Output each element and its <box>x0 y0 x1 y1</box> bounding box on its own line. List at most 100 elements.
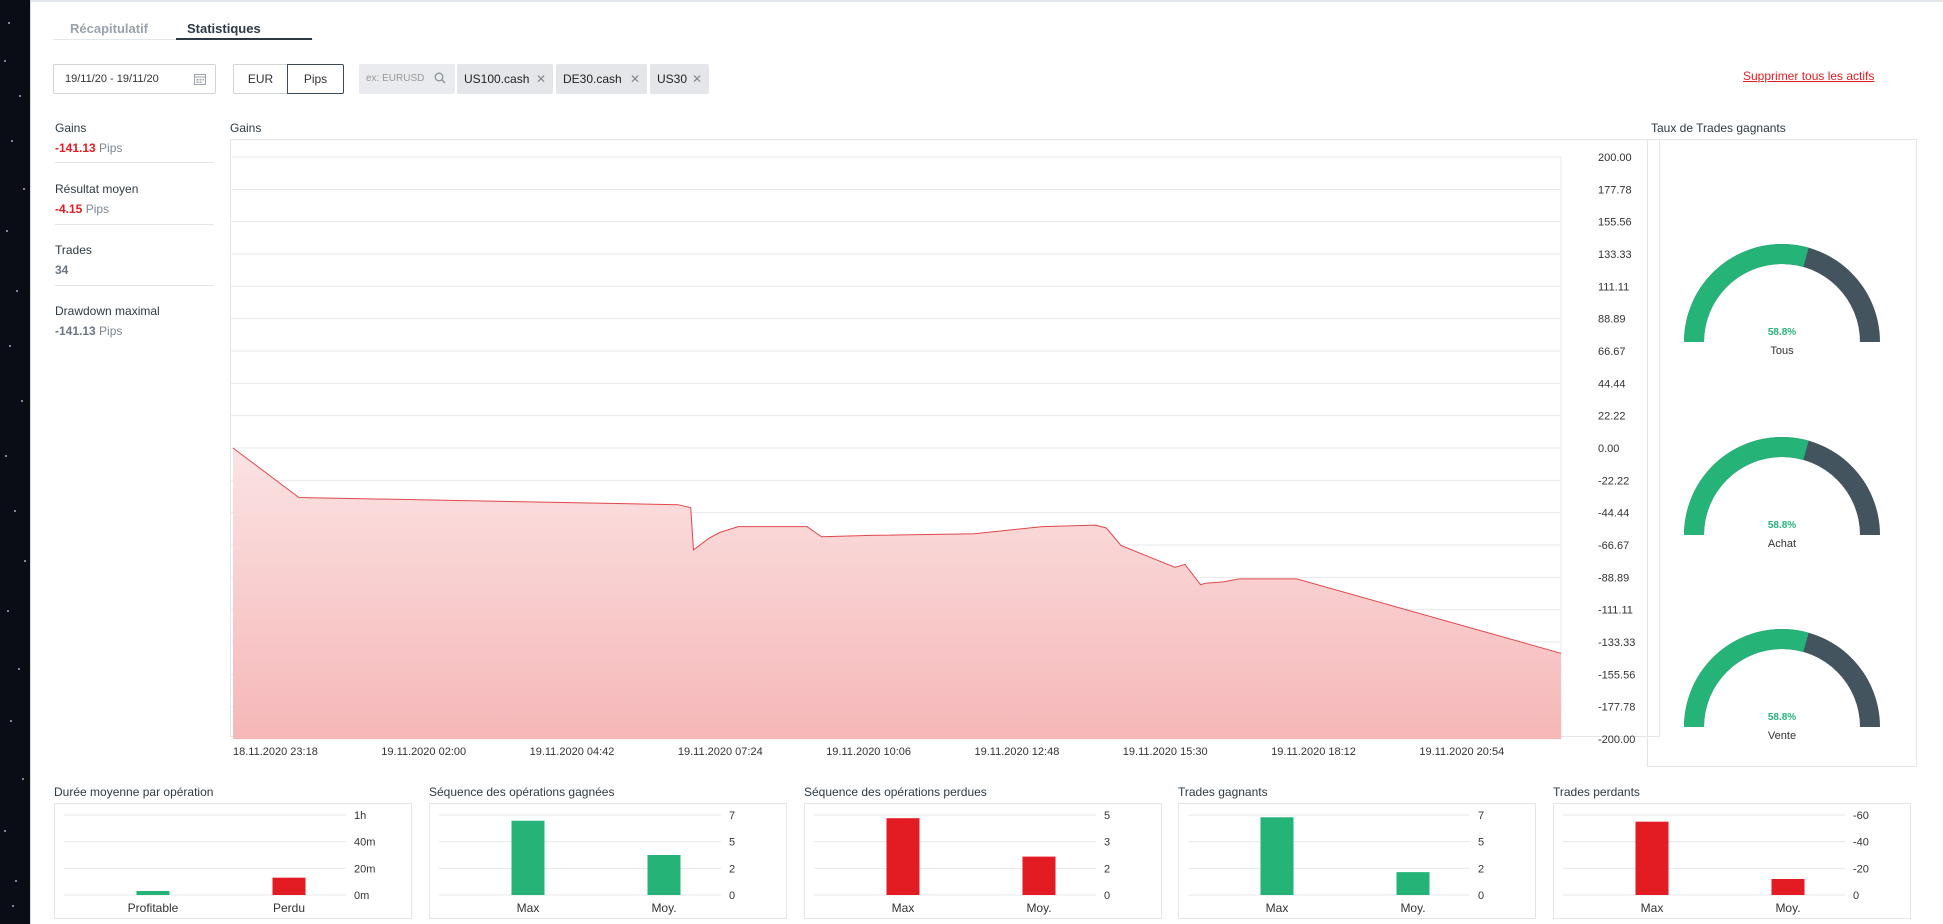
y-tick-label: 200.00 <box>1598 152 1632 164</box>
y-tick-label: -60 <box>1853 810 1869 822</box>
asset-chip-label: US100.cash <box>464 72 530 86</box>
asset-chip-us30[interactable]: US30 ✕ <box>650 64 709 94</box>
y-tick-label: -66.67 <box>1598 540 1629 552</box>
bar <box>886 818 920 895</box>
y-tick-label: 5 <box>1104 810 1110 822</box>
x-tick-label: Moy. <box>1026 901 1051 915</box>
bar <box>647 855 681 895</box>
bar <box>136 891 170 895</box>
x-tick-label: Max <box>517 901 540 915</box>
stat-value: -141.13 <box>55 324 96 338</box>
statistics-panel: Récapitulatif Statistiques 19/11/20 - 19… <box>30 0 1943 924</box>
x-tick-label: Moy. <box>1775 901 1800 915</box>
bar <box>1260 817 1294 895</box>
close-icon[interactable]: ✕ <box>536 64 546 94</box>
stat-divider <box>55 224 214 225</box>
gauge-achat: 58.8% Achat <box>1684 436 1880 550</box>
asset-chip-de30[interactable]: DE30.cash ✕ <box>556 64 647 94</box>
stat-drawdown-maximal: Drawdown maximal -141.13 Pips <box>55 304 214 338</box>
x-tick-label: Perdu <box>273 901 305 915</box>
y-tick-label: 3 <box>1104 837 1110 849</box>
y-tick-label: 5 <box>729 837 735 849</box>
y-tick-label: 0 <box>1104 890 1110 902</box>
y-tick-label: -133.33 <box>1598 637 1635 649</box>
stat-label: Drawdown maximal <box>55 304 160 318</box>
y-tick-label: -20 <box>1853 863 1869 875</box>
date-range-value: 19/11/20 - 19/11/20 <box>65 73 159 85</box>
x-tick-label: 19.11.2020 20:54 <box>1419 746 1504 758</box>
y-tick-label: 0 <box>729 890 735 902</box>
bar <box>1396 872 1430 895</box>
x-tick-label: Moy. <box>1400 901 1425 915</box>
search-icon <box>434 72 446 84</box>
asset-search-input[interactable]: ex: EURUSD <box>359 64 455 94</box>
win-sequence-chart: 7 5 2 0 Max Moy. <box>439 810 735 915</box>
winning-trades-chart: 7 5 2 0 Max Moy. <box>1188 810 1484 915</box>
gauge-value: 58.8% <box>1768 327 1796 338</box>
y-tick-label: 5 <box>1478 837 1484 849</box>
y-tick-label: 1h <box>354 810 366 822</box>
remove-all-assets-link[interactable]: Supprimer tous les actifs <box>1743 69 1874 83</box>
y-tick-label: 0m <box>354 890 369 902</box>
stat-value: 34 <box>55 263 69 277</box>
close-icon[interactable]: ✕ <box>630 64 640 94</box>
stat-unit: Pips <box>99 324 123 338</box>
tab-statistiques[interactable]: Statistiques <box>187 21 261 36</box>
space-background <box>0 0 30 924</box>
winrate-title: Taux de Trades gagnants <box>1651 121 1786 135</box>
stat-label: Trades <box>55 243 92 257</box>
x-tick-label: Moy. <box>651 901 676 915</box>
x-tick-label: 19.11.2020 10:06 <box>826 746 911 758</box>
stat-label: Gains <box>55 121 87 135</box>
y-tick-label: 22.22 <box>1598 411 1626 423</box>
y-tick-label: 133.33 <box>1598 249 1632 261</box>
asset-chip-label: DE30.cash <box>563 72 622 86</box>
x-tick-label: Max <box>892 901 915 915</box>
stat-unit: Pips <box>85 202 110 216</box>
y-tick-label: 7 <box>1478 810 1484 822</box>
y-tick-label: 20m <box>354 863 375 875</box>
top-border <box>31 0 1943 2</box>
y-tick-label: -22.22 <box>1598 475 1629 487</box>
y-tick-label: -200.00 <box>1598 734 1635 746</box>
gauge-vente: 58.8% Vente <box>1684 628 1880 742</box>
y-tick-label: 40m <box>354 837 375 849</box>
mini-chart-title: Séquence des opérations perdues <box>804 785 987 799</box>
x-tick-label: 19.11.2020 15:30 <box>1123 746 1208 758</box>
x-tick-label: 19.11.2020 02:00 <box>381 746 466 758</box>
unit-pips-button[interactable]: Pips <box>287 64 344 94</box>
date-range-input[interactable]: 19/11/20 - 19/11/20 <box>53 64 216 94</box>
gauge-tous: 58.8% Tous <box>1684 243 1880 357</box>
mini-chart-title: Séquence des opérations gagnées <box>429 785 615 799</box>
x-tick-label: 19.11.2020 18:12 <box>1271 746 1356 758</box>
mini-chart-title: Trades gagnants <box>1178 785 1268 799</box>
close-icon[interactable]: ✕ <box>692 64 702 94</box>
tab-recapitulatif[interactable]: Récapitulatif <box>70 21 148 36</box>
y-tick-label: 177.78 <box>1598 184 1632 196</box>
gauge-label: Achat <box>1768 538 1796 550</box>
bar <box>511 820 545 895</box>
y-tick-label: 7 <box>729 810 735 822</box>
winrate-gauges: 58.8% Tous 58.8% Achat 58.8% Vente <box>1684 243 1880 742</box>
avg-duration-chart: 1h 40m 20m 0m Profitable Perdu <box>64 810 375 915</box>
x-tick-label: Max <box>1641 901 1664 915</box>
unit-eur-button[interactable]: EUR <box>233 64 287 94</box>
x-tick-label: Profitable <box>128 901 179 915</box>
stat-label: Résultat moyen <box>55 182 139 196</box>
y-tick-label: 0 <box>1853 890 1859 902</box>
x-tick-label: 18.11.2020 23:18 <box>233 746 318 758</box>
gauge-value: 58.8% <box>1768 712 1796 723</box>
calendar-icon <box>194 74 206 85</box>
stat-divider <box>55 162 214 163</box>
x-tick-label: 19.11.2020 12:48 <box>975 746 1060 758</box>
bar <box>1771 879 1805 895</box>
x-tick-label: 19.11.2020 04:42 <box>530 746 615 758</box>
y-tick-label: 0 <box>1478 890 1484 902</box>
asset-chip-us100[interactable]: US100.cash ✕ <box>457 64 553 94</box>
gains-area-chart: 200.00 177.78 155.56 133.33 111.11 88.89 66.67… <box>230 152 1635 758</box>
gauge-label: Tous <box>1770 345 1794 357</box>
gains-chart-title: Gains <box>230 121 262 135</box>
y-tick-label: 111.11 <box>1598 281 1629 293</box>
bar <box>1022 856 1056 895</box>
gauge-value: 58.8% <box>1768 520 1796 531</box>
